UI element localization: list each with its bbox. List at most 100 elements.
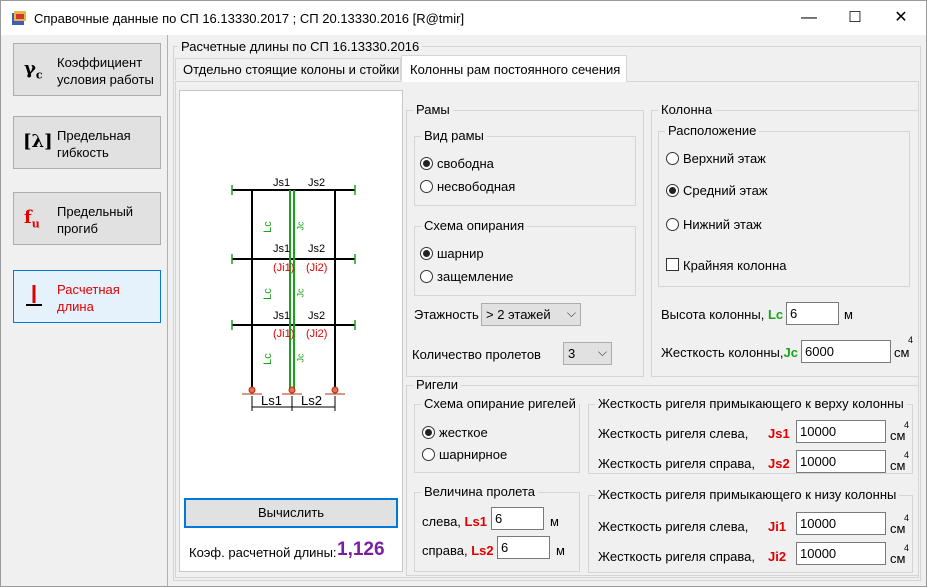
app-icon (12, 11, 26, 25)
column-height-symbol: Lc (767, 307, 784, 322)
location-middle-label: Средний этаж (683, 183, 768, 198)
sidebar-item-label: Предельная гибкость (57, 128, 131, 160)
span-group: Величина пролета (414, 484, 580, 572)
sidebar-item-label: Предельный прогиб (57, 204, 134, 236)
beam-bottom-right-label: Жесткость ригеля справа, (598, 549, 756, 564)
spans-select-value: 3 (568, 346, 576, 361)
column-stiffness-label: Жесткость колонны,Jc (661, 345, 798, 360)
spans-select[interactable]: 3 ⌵ (563, 342, 612, 365)
unit-label: см (890, 428, 906, 443)
support-fixed-radio[interactable] (420, 270, 433, 283)
beam-top-title: Жесткость ригеля примыкающего к верху ко… (595, 396, 907, 411)
support-scheme-group: Схема опирания (414, 218, 636, 296)
floors-select[interactable]: > 2 этажей ⌵ (481, 303, 581, 326)
edge-column-label: Крайняя колонна (683, 258, 787, 273)
coef-value: 1,126 (337, 539, 385, 560)
beam-support-rigid-radio[interactable] (422, 426, 435, 439)
frame-diagram (231, 185, 356, 411)
diagram-js2-label: Js2 (308, 243, 326, 255)
unit-label: см (890, 551, 906, 566)
tab-label: Колонны рам постоянного сечения (410, 62, 621, 77)
location-bottom-radio[interactable] (666, 218, 679, 231)
span-left-symbol: Ls1 (464, 514, 487, 529)
beam-bottom-right-input[interactable] (796, 542, 886, 565)
column-stiffness-input[interactable] (801, 340, 891, 363)
unit-power: 4 (904, 450, 910, 460)
span-right-input[interactable] (497, 536, 550, 559)
coef-label: Коэф. расчетной длины: (189, 545, 337, 560)
beam-bottom-left-label: Жесткость ригеля слева, (598, 519, 749, 534)
frame-type-braced-radio[interactable] (420, 180, 433, 193)
beam-top-left-label: Жесткость ригеля слева, (598, 426, 749, 441)
tab-standalone-columns[interactable]: Отдельно стоящие колоны и стойки (175, 58, 401, 80)
span-group-title: Величина пролета (421, 484, 539, 499)
beam-top-right-symbol: Js2 (768, 456, 790, 471)
location-title: Расположение (665, 123, 760, 138)
support-fixed-label: защемление (437, 269, 514, 284)
column-stiffness-text: Жесткость колонны, (661, 345, 784, 360)
support-hinge-radio[interactable] (420, 247, 433, 260)
unit-power: 4 (904, 420, 910, 430)
unit-power: 4 (904, 513, 910, 523)
column-stiffness-unit: см (894, 345, 910, 360)
maximize-button[interactable]: ☐ (832, 1, 878, 35)
location-middle-radio[interactable] (666, 184, 679, 197)
beams-group-title: Ригели (413, 377, 462, 392)
beam-bottom-left-symbol: Ji1 (768, 519, 787, 534)
beam-top-left-input[interactable] (796, 420, 886, 443)
column-height-text: Высота колонны, (661, 307, 765, 322)
sidebar-item-effective-length[interactable]: Расчетная длина (13, 270, 161, 323)
title-bar: Справочные данные по СП 16.13330.2017 ; … (1, 1, 926, 35)
sidebar-item-work-coefficient[interactable]: γc Коэффициент условия работы (13, 43, 161, 96)
diagram-jc-label: Jc (295, 353, 306, 363)
app-window: Справочные данные по СП 16.13330.2017 ; … (0, 0, 927, 587)
beam-top-right-input[interactable] (796, 450, 886, 473)
diagram-lc-label: Lc (261, 288, 274, 300)
beam-bottom-right-symbol: Ji2 (768, 549, 787, 564)
diagram-jc-label: Jc (295, 221, 306, 231)
frame-type-braced-label: несвободная (437, 179, 516, 194)
span-right-text: справа, (422, 543, 468, 558)
span-right-symbol: Ls2 (471, 543, 494, 558)
calculate-button[interactable]: Вычислить (184, 498, 398, 528)
group-title: Расчетные длины по СП 16.13330.2016 (178, 39, 423, 54)
column-stiffness-symbol: Jc (783, 345, 798, 360)
diagram-js1-label: Js1 (273, 310, 291, 322)
sidebar: γc Коэффициент условия работы [λ] Предел… (2, 35, 168, 586)
unit-power: 4 (904, 543, 910, 553)
diagram-jc-label: Jc (295, 288, 306, 298)
floors-select-value: > 2 этажей (486, 307, 551, 322)
spans-label: Количество пролетов (412, 347, 541, 362)
unit-label: см (890, 458, 906, 473)
lambda-icon: [λ] (23, 131, 53, 152)
frame-type-group: Вид рамы (414, 128, 636, 206)
minimize-button[interactable]: — (786, 1, 832, 35)
beam-top-left-symbol: Js1 (768, 426, 790, 441)
frame-type-free-radio[interactable] (420, 157, 433, 170)
span-left-unit: м (550, 514, 559, 529)
edge-column-checkbox[interactable] (666, 258, 679, 271)
frame-type-title: Вид рамы (421, 128, 487, 143)
support-scheme-title: Схема опирания (421, 218, 528, 233)
span-left-input[interactable] (491, 507, 544, 530)
span-right-label: справа, Ls2 (422, 543, 494, 558)
tab-frame-columns[interactable]: Колонны рам постоянного сечения (401, 55, 627, 82)
column-height-input[interactable] (786, 302, 839, 325)
close-button[interactable]: ✕ (878, 1, 924, 35)
diagram-lc-label: Lc (261, 353, 274, 365)
diagram-ji2-label: (Ji2) (306, 328, 328, 340)
fu-icon: fu (24, 207, 40, 231)
beam-bottom-title: Жесткость ригеля примыкающего к низу кол… (595, 487, 900, 502)
beam-support-hinged-radio[interactable] (422, 448, 435, 461)
frames-group-title: Рамы (413, 102, 453, 117)
beam-support-rigid-label: жесткое (439, 425, 488, 440)
sidebar-item-deflection[interactable]: fu Предельный прогиб (13, 192, 161, 245)
location-top-radio[interactable] (666, 152, 679, 165)
frame-type-free-label: свободна (437, 156, 494, 171)
span-left-label: слева, Ls1 (422, 514, 487, 529)
span-right-unit: м (556, 543, 565, 558)
sidebar-item-slenderness[interactable]: [λ] Предельная гибкость (13, 116, 161, 169)
diagram-ls2-label: Ls2 (301, 393, 322, 408)
beam-bottom-left-input[interactable] (796, 512, 886, 535)
diagram-ls1-label: Ls1 (261, 393, 282, 408)
